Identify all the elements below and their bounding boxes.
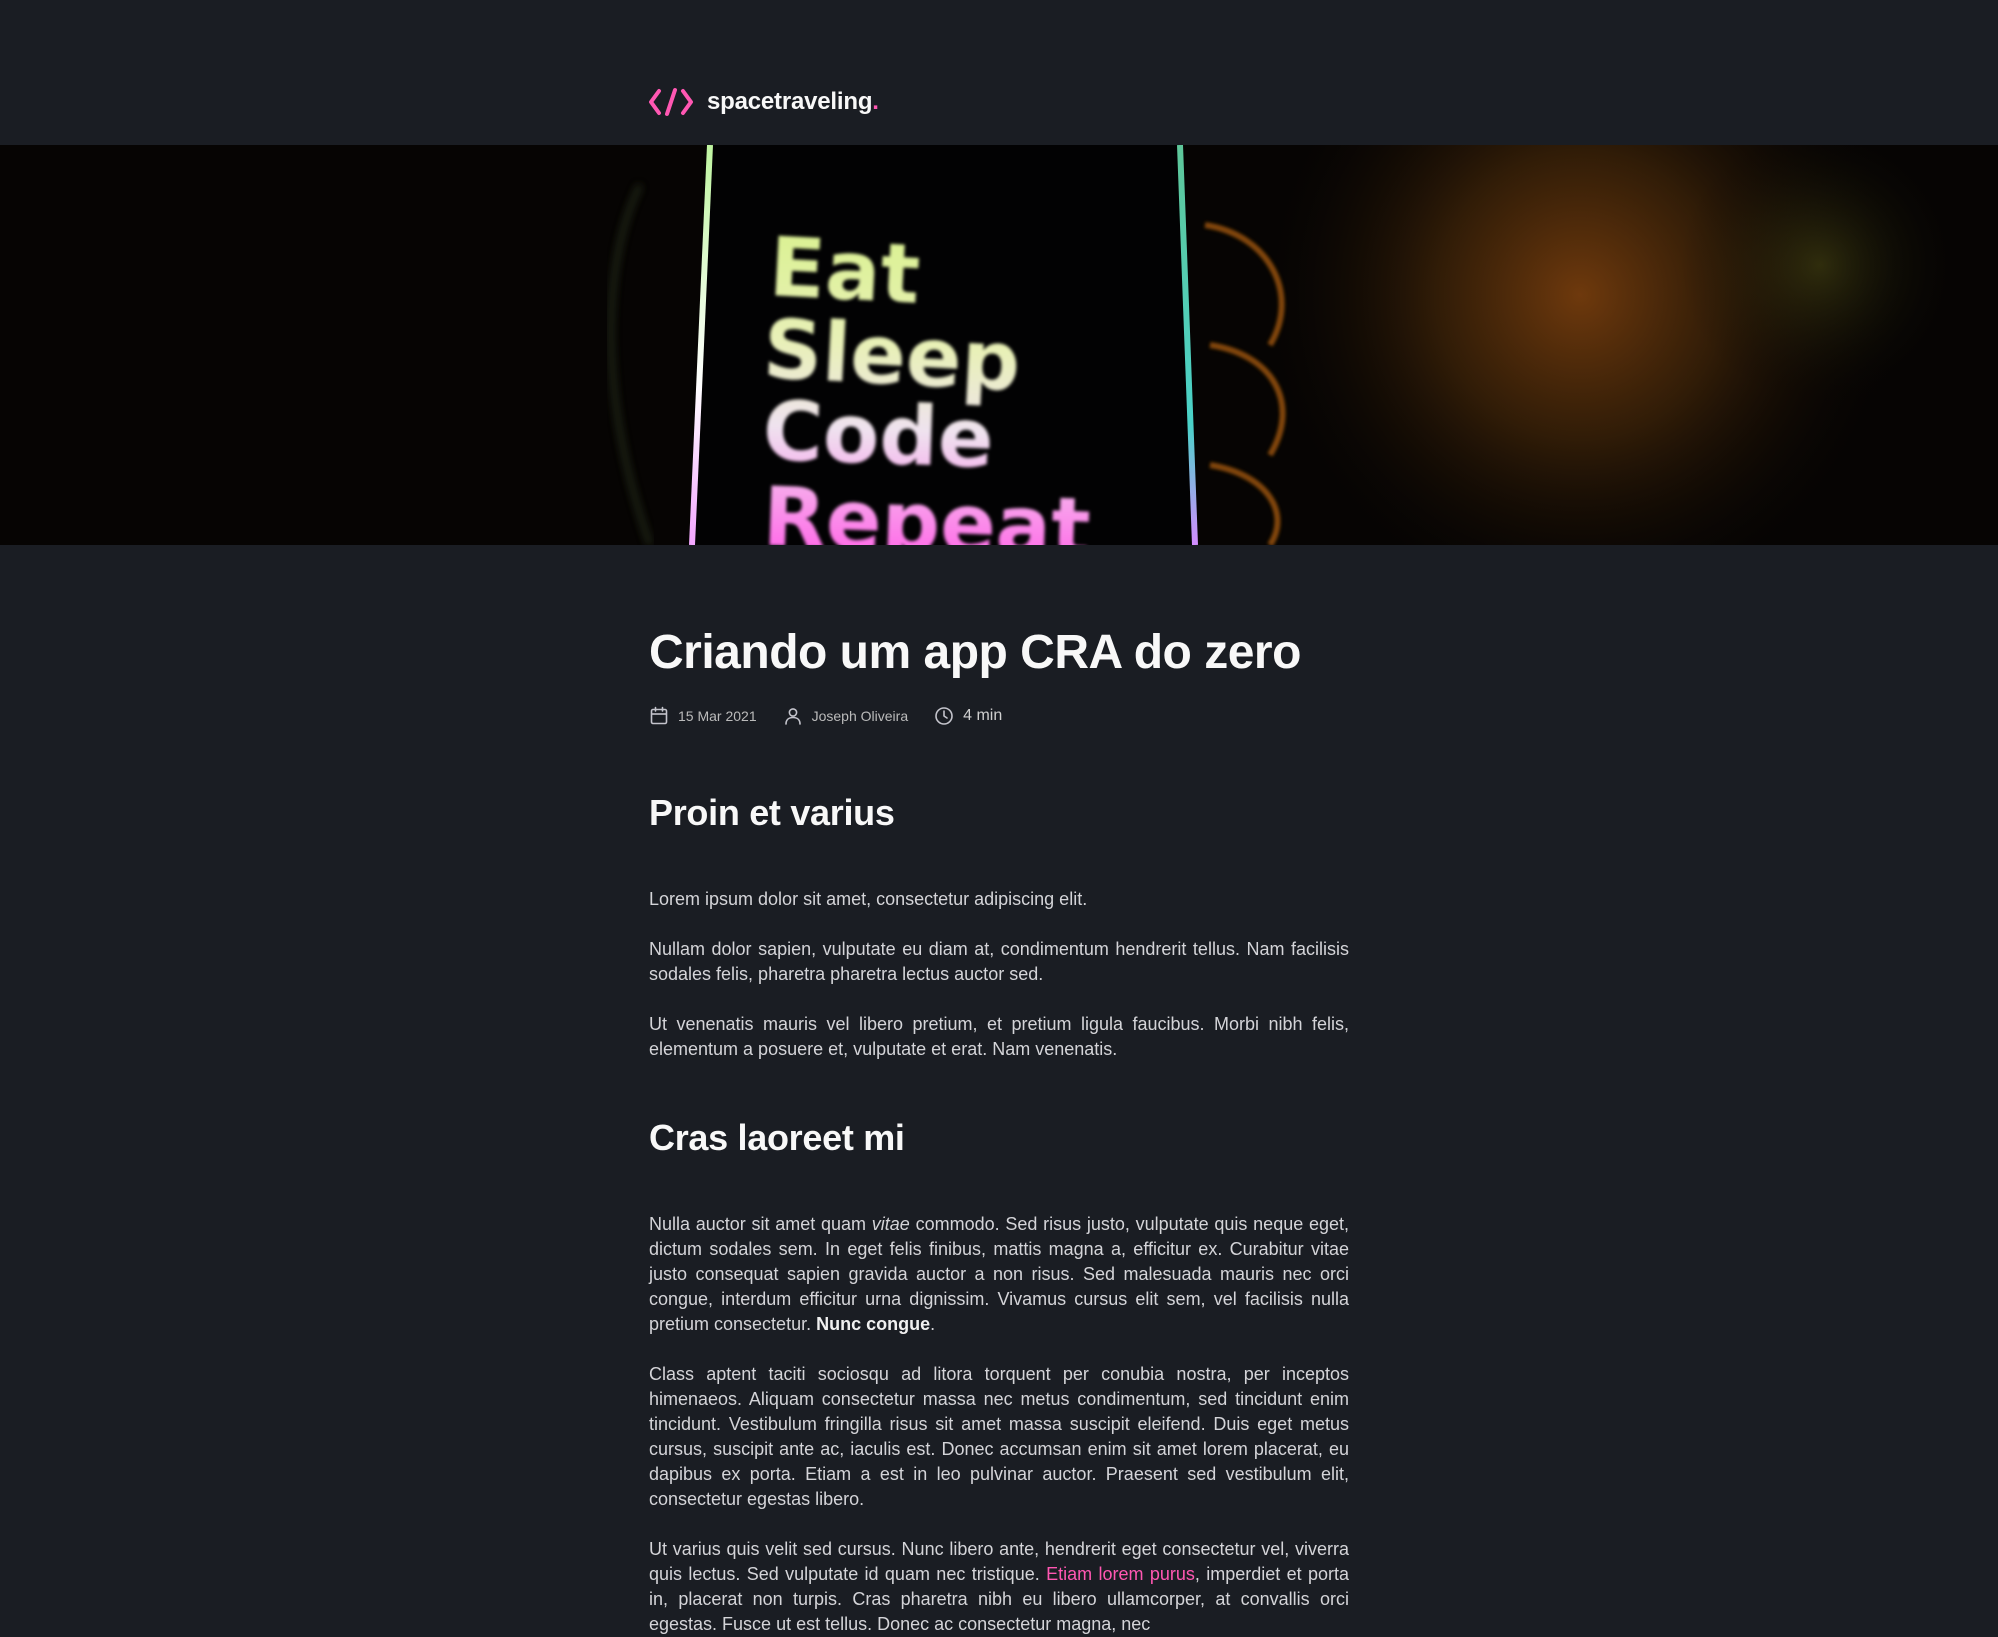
site-header: spacetraveling.: [0, 0, 1998, 145]
section-heading: Cras laoreet mi: [649, 1117, 905, 1158]
brand-name: spacetraveling: [707, 88, 873, 115]
user-icon: [784, 708, 801, 725]
calendar-icon: [650, 706, 668, 725]
paragraph-text: .: [930, 1314, 936, 1334]
post-reading-time-text: 4 min: [963, 707, 1003, 724]
post-title: Criando um app CRA do zero: [649, 626, 1301, 679]
post-date-text: 15 Mar 2021: [678, 708, 757, 724]
paragraph: Ut varius quis velit sed cursus. Nunc li…: [649, 1537, 1349, 1637]
paragraph: Nulla auctor sit amet quam vitae commodo…: [649, 1212, 1349, 1337]
post-meta: 15 Mar 2021 Joseph Oliveira 4 min: [649, 706, 1028, 726]
paragraph: Lorem ipsum dolor sit amet, consectetur …: [649, 889, 1088, 909]
code-brackets-icon: [649, 88, 693, 116]
paragraph: Class aptent taciti sociosqu ad litora t…: [649, 1364, 1349, 1509]
banner-word: Repeat: [761, 470, 1092, 545]
paragraph-strong: Nunc congue: [816, 1314, 931, 1334]
section-heading: Proin et varius: [649, 792, 895, 833]
site-logo[interactable]: spacetraveling.: [649, 86, 879, 118]
post-reading-time: 4 min: [934, 706, 1002, 726]
paragraph-emphasis: vitae: [871, 1214, 910, 1234]
paragraph-text: Nulla auctor sit amet quam: [649, 1214, 872, 1234]
brand-dot: .: [872, 88, 879, 115]
paragraph: Ut venenatis mauris vel libero pretium, …: [649, 1014, 1349, 1059]
post-date: 15 Mar 2021: [649, 706, 757, 726]
post-author: Joseph Oliveira: [783, 706, 909, 726]
post-author-text: Joseph Oliveira: [811, 708, 909, 724]
post-banner-image: Eat Sleep Code Repeat: [0, 145, 1998, 545]
inline-link[interactable]: Etiam lorem purus: [1046, 1564, 1195, 1584]
paragraph: Nullam dolor sapien, vulputate eu diam a…: [649, 939, 1349, 984]
banner-illustration: Eat Sleep Code Repeat: [0, 145, 1998, 545]
clock-icon: [935, 707, 953, 725]
